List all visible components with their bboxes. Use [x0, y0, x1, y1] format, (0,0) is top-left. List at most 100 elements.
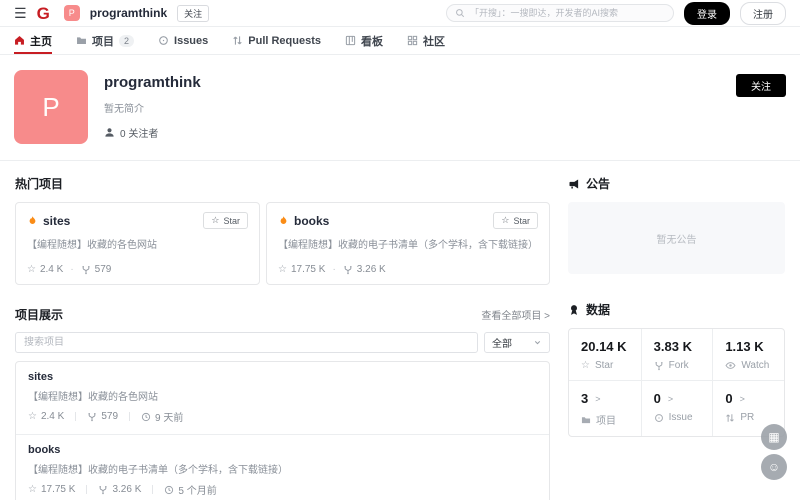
stat-label: 项目 — [596, 412, 616, 427]
qrcode-fab-icon: ▦ — [768, 430, 779, 444]
folder-icon — [76, 35, 87, 46]
view-all-projects-link[interactable]: 查看全部项目 > — [481, 307, 550, 322]
medal-icon — [568, 304, 580, 316]
star-icon: ☆ — [501, 215, 509, 226]
followers-icon — [104, 127, 115, 138]
header-search[interactable] — [446, 4, 674, 22]
tab-issues[interactable]: Issues — [158, 27, 208, 54]
megaphone-icon — [568, 178, 580, 190]
popular-card-books[interactable]: books ☆ Star 【编程随想】收藏的电子书清单（多个学科，含下载链接） … — [266, 202, 550, 285]
profile-bio: 暂无简介 — [104, 100, 201, 115]
follow-button[interactable]: 关注 — [736, 74, 786, 97]
fork-icon — [98, 485, 108, 495]
updated-time: 5 个月前 — [178, 482, 216, 497]
pull-request-icon — [725, 413, 735, 423]
top-header: ☰ G P programthink 关注 登录 注册 — [0, 0, 800, 27]
repo-description: 【编程随想】收藏的电子书清单（多个学科，含下载链接） — [278, 236, 538, 251]
eye-icon — [725, 360, 736, 371]
repo-name[interactable]: books — [28, 444, 537, 456]
star-button[interactable]: ☆ Star — [493, 212, 538, 229]
repo-description: 【编程随想】收藏的各色网站 — [27, 236, 248, 251]
announcement-title: 公告 — [586, 175, 610, 192]
popular-projects-title: 热门项目 — [15, 175, 550, 192]
repo-name[interactable]: sites — [28, 371, 537, 383]
stats-header: 数据 — [568, 301, 785, 318]
register-button[interactable]: 注册 — [740, 2, 786, 25]
tab-home[interactable]: 主页 — [14, 27, 52, 54]
header-avatar[interactable]: P — [64, 5, 80, 21]
repo-stats: ☆ 2.4 K · 579 — [27, 264, 248, 275]
menu-icon[interactable]: ☰ — [14, 6, 27, 20]
kanban-icon — [345, 35, 356, 46]
login-button[interactable]: 登录 — [684, 2, 730, 25]
stat-label: Issue — [669, 412, 693, 423]
tab-kanban[interactable]: 看板 — [345, 27, 383, 54]
divider — [129, 412, 130, 421]
feedback-fab[interactable]: ☺ — [761, 454, 787, 480]
pull-request-icon — [232, 35, 243, 46]
stat-label: Star — [595, 360, 613, 371]
star-icon: ☆ — [27, 264, 36, 275]
repo-description: 【编程随想】收藏的各色网站 — [28, 388, 537, 403]
star-button-label: Star — [513, 216, 530, 226]
dot-separator: · — [332, 264, 335, 275]
repo-name[interactable]: sites — [43, 214, 70, 228]
tab-label: 看板 — [361, 33, 383, 49]
repo-description: 【编程随想】收藏的电子书清单（多个学科，含下载链接） — [28, 461, 537, 476]
announcement-header: 公告 — [568, 175, 785, 192]
header-search-input[interactable] — [470, 8, 665, 18]
header-username[interactable]: programthink — [90, 6, 167, 20]
gitee-logo[interactable]: G — [37, 5, 50, 22]
star-icon: ☆ — [581, 360, 590, 371]
flame-icon — [27, 215, 38, 227]
repo-name[interactable]: books — [294, 214, 329, 228]
fork-count: 579 — [101, 411, 118, 422]
tab-label: 项目 — [92, 33, 114, 49]
repo-stats: ☆ 17.75 K 3.26 K — [28, 482, 537, 497]
project-row-books[interactable]: books 【编程随想】收藏的电子书清单（多个学科，含下载链接） ☆ 17.75… — [16, 434, 549, 500]
fork-icon — [654, 361, 664, 371]
star-button-label: Star — [223, 216, 240, 226]
star-icon: ☆ — [211, 215, 219, 226]
grid-icon — [407, 35, 418, 46]
header-follow-button[interactable]: 关注 — [177, 5, 209, 22]
stat-value: 0 — [654, 391, 661, 406]
clock-icon — [141, 412, 151, 422]
filter-selected-value: 全部 — [492, 335, 512, 350]
stat-label: Fork — [669, 360, 689, 371]
star-button[interactable]: ☆ Star — [203, 212, 248, 229]
main-content: 热门项目 sites ☆ Star 【编程随想】收藏的各色网站 — [0, 161, 800, 500]
divider — [152, 485, 153, 494]
repo-stats: ☆ 2.4 K 579 — [28, 409, 537, 424]
popular-card-sites[interactable]: sites ☆ Star 【编程随想】收藏的各色网站 ☆ 2.4 K · — [15, 202, 260, 285]
clock-icon — [164, 485, 174, 495]
tab-pull-requests[interactable]: Pull Requests — [232, 27, 321, 54]
stat-value: 3 — [581, 391, 588, 406]
tab-community[interactable]: 社区 — [407, 27, 445, 54]
stat-fork[interactable]: 3.83 K Fork — [641, 329, 713, 380]
star-count: 17.75 K — [41, 484, 75, 495]
star-icon: ☆ — [278, 264, 287, 275]
stat-watch[interactable]: 1.13 K Watch — [712, 329, 784, 380]
divider — [86, 485, 87, 494]
tab-label: Issues — [174, 35, 208, 47]
chevron-down-icon — [533, 338, 542, 347]
stat-issues[interactable]: 0 > Issue — [641, 380, 713, 436]
projects-count-badge: 2 — [119, 35, 134, 47]
left-column: 热门项目 sites ☆ Star 【编程随想】收藏的各色网站 — [15, 175, 550, 500]
flame-icon — [278, 215, 289, 227]
fork-count: 3.26 K — [357, 264, 386, 275]
star-count: 2.4 K — [40, 264, 63, 275]
project-filter-select[interactable]: 全部 — [484, 332, 550, 353]
stat-projects[interactable]: 3 > 项目 — [569, 380, 641, 436]
project-row-sites[interactable]: sites 【编程随想】收藏的各色网站 ☆ 2.4 K 579 — [16, 362, 549, 434]
popular-cards: sites ☆ Star 【编程随想】收藏的各色网站 ☆ 2.4 K · — [15, 202, 550, 285]
fork-count: 3.26 K — [112, 484, 141, 495]
profile-followers[interactable]: 0 关注者 — [104, 125, 201, 140]
profile-name: programthink — [104, 74, 201, 91]
project-search-input[interactable] — [15, 332, 478, 353]
qrcode-fab[interactable]: ▦ — [761, 424, 787, 450]
tab-projects[interactable]: 项目 2 — [76, 27, 134, 54]
profile-avatar: P — [14, 70, 88, 144]
stat-star[interactable]: 20.14 K ☆ Star — [569, 329, 641, 380]
